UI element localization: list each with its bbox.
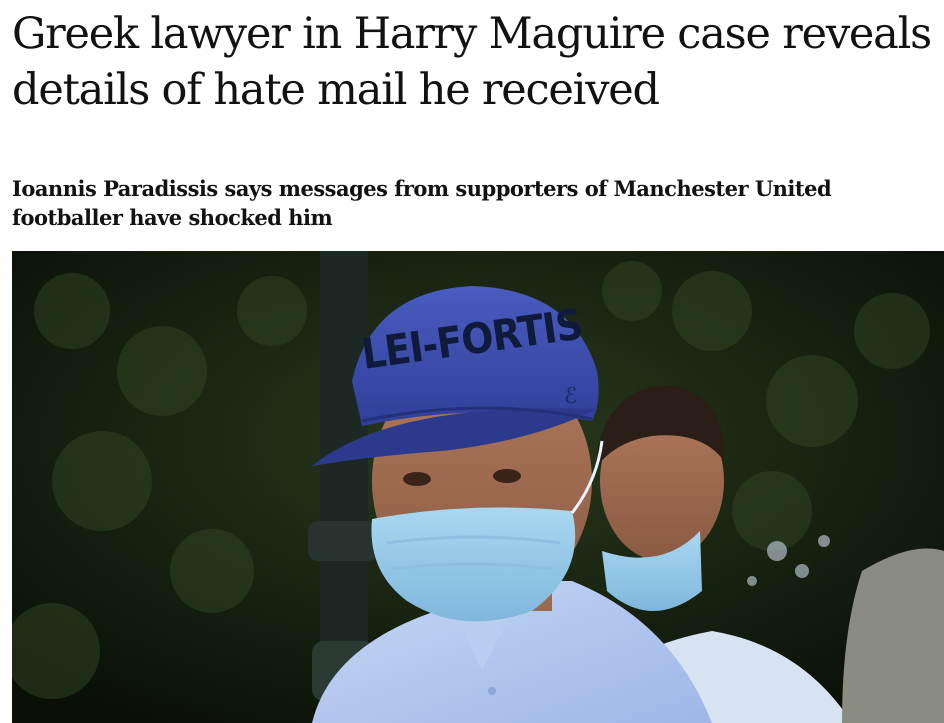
article-standfirst: Ioannis Paradissis says messages from su… bbox=[12, 176, 832, 230]
svg-text:ℰ: ℰ bbox=[564, 384, 577, 409]
article-headline: Greek lawyer in Harry Maguire case revea… bbox=[12, 9, 932, 115]
article-photo: LEI-FORTIS ℰ bbox=[12, 251, 944, 723]
